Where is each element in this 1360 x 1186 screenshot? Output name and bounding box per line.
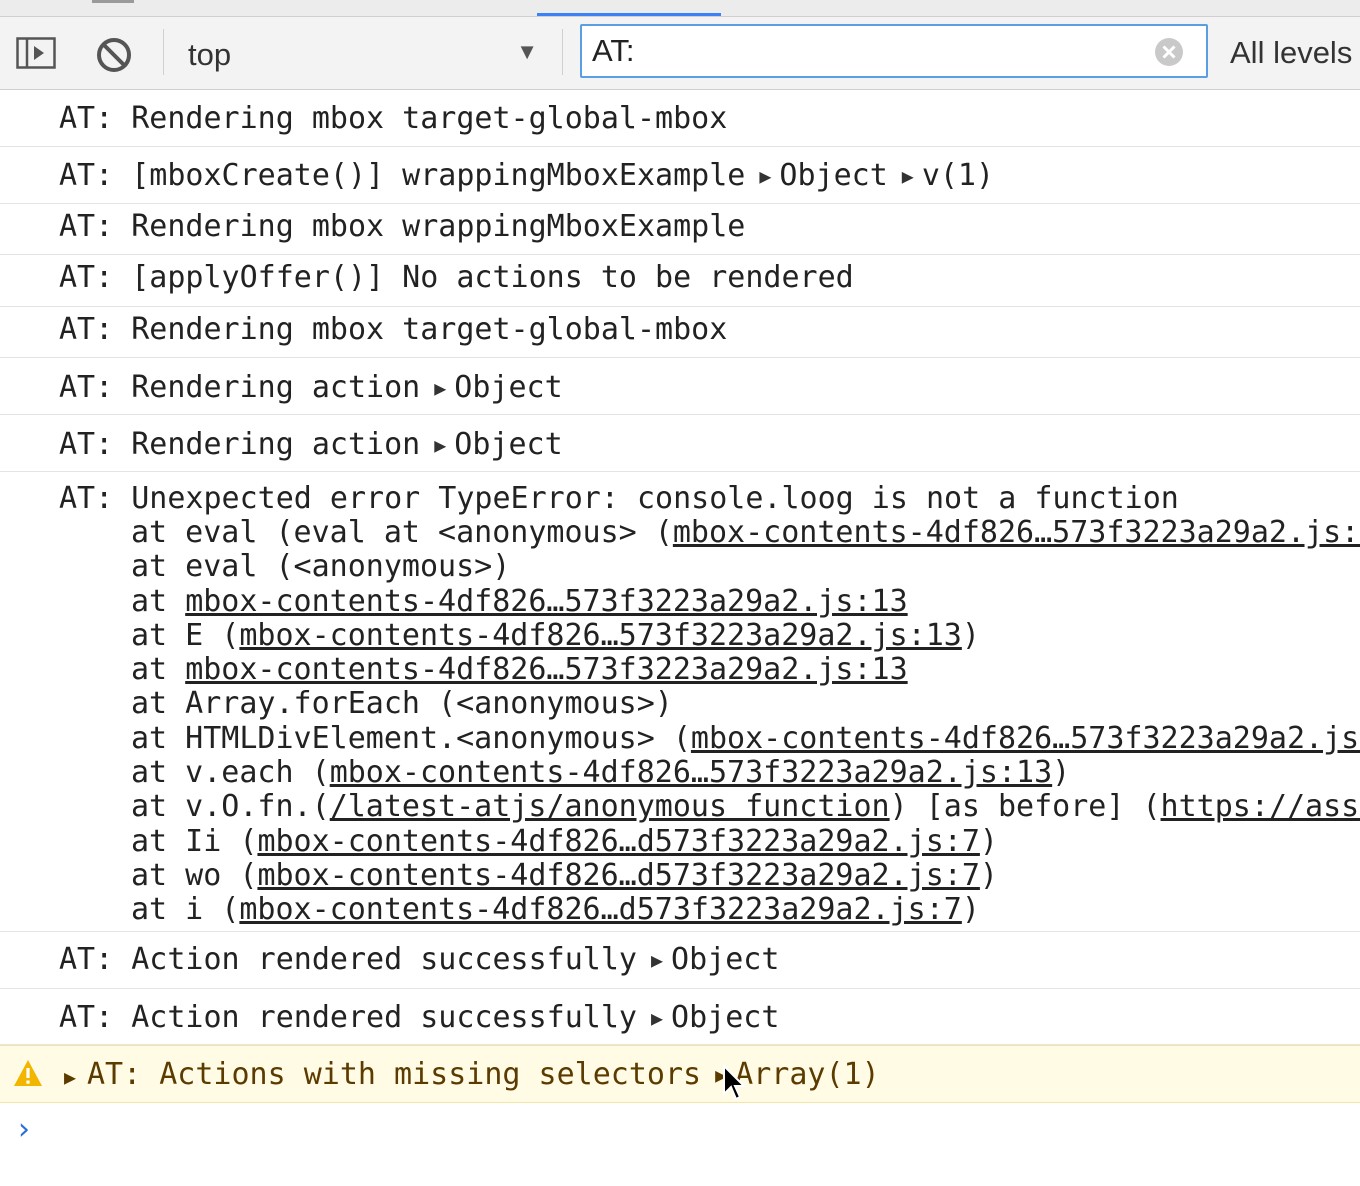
log-text: AT: [applyOffer()] No actions to be rend… xyxy=(59,260,854,295)
stack-frame-text: at v.O.fn.( xyxy=(131,789,330,825)
stack-line: at eval (<anonymous>) xyxy=(59,550,1360,584)
expand-triangle-icon[interactable]: ▶ xyxy=(64,1060,76,1094)
stack-line: at eval (eval at <anonymous> (mbox-conte… xyxy=(59,515,1360,550)
expand-triangle-icon[interactable]: ▶ xyxy=(651,943,663,977)
stack-frame-text: at i ( xyxy=(131,892,240,928)
expand-triangle-icon[interactable]: ▶ xyxy=(902,159,914,193)
source-link[interactable]: mbox-contents-4df826…573f3223a29a2.js:13 xyxy=(239,618,961,653)
stack-line: at mbox-contents-4df826…573f3223a29a2.js… xyxy=(59,653,1360,687)
stack-line: at HTMLDivElement.<anonymous> (mbox-cont… xyxy=(59,720,1360,756)
expand-triangle-icon[interactable]: ▶ xyxy=(715,1058,727,1092)
log-message: AT: Action rendered successfully ▶ Object xyxy=(0,932,1360,989)
object-preview[interactable]: Array(1) xyxy=(735,1057,880,1092)
stack-line: at v.O.fn.(/latest-atjs/anonymous functi… xyxy=(59,790,1360,824)
log-message: AT: Rendering action ▶ Object xyxy=(0,415,1360,472)
source-link[interactable]: mbox-contents-4df826…573f3223a29a2.js:13 xyxy=(185,652,907,687)
stack-frame-text: ) [as before] ( xyxy=(889,789,1161,825)
stack-line: at E (mbox-contents-4df826…573f3223a29a2… xyxy=(59,617,1360,653)
source-link[interactable]: mbox-contents-4df826…d573f3223a29a2.js:7 xyxy=(239,892,961,927)
stack-line: at mbox-contents-4df826…573f3223a29a2.js… xyxy=(59,583,1360,619)
stack-frame-text: ) xyxy=(1052,755,1071,791)
log-message: AT: [mboxCreate()] wrappingMboxExample ▶ O… xyxy=(0,147,1360,204)
stack-frame-text: ) xyxy=(979,823,998,859)
clear-filter-icon[interactable] xyxy=(1154,37,1184,67)
log-message: AT: Rendering mbox target-global-mbox xyxy=(0,307,1360,358)
log-text: AT: [mboxCreate()] wrappingMboxExample xyxy=(59,158,746,193)
stack-frame-text: at Ii ( xyxy=(131,823,258,859)
console-toolbar: top ▼ All levels xyxy=(0,17,1360,90)
log-text: AT: Action rendered successfully xyxy=(59,1000,637,1035)
devtools-tab-strip xyxy=(0,0,1360,17)
object-preview[interactable]: Object xyxy=(671,942,779,977)
log-text: AT: Rendering mbox wrappingMboxExample xyxy=(59,209,746,244)
warning-text: AT: Actions with missing selectors xyxy=(87,1057,702,1092)
object-preview[interactable]: Object xyxy=(454,427,562,462)
sidebar-toggle-icon[interactable] xyxy=(16,37,56,69)
context-selector[interactable]: top ▼ xyxy=(176,31,546,75)
log-text: AT: Rendering action xyxy=(59,370,421,405)
error-message: AT: Unexpected error TypeError: console.… xyxy=(0,472,1360,932)
toolbar-divider xyxy=(163,29,164,75)
log-message: AT: [applyOffer()] No actions to be rend… xyxy=(0,255,1360,307)
dropdown-arrow-icon: ▼ xyxy=(516,39,538,64)
object-preview[interactable]: Object xyxy=(454,370,562,405)
expand-triangle-icon[interactable]: ▶ xyxy=(759,159,771,193)
clear-console-icon[interactable] xyxy=(94,35,134,75)
stack-line: at Ii (mbox-contents-4df826…d573f3223a29… xyxy=(59,823,1360,859)
source-link[interactable]: mbox-contents-4df826…573f3223a29a2.js:13 xyxy=(330,755,1052,790)
object-preview[interactable]: v(1) xyxy=(922,158,994,193)
object-preview[interactable]: Object xyxy=(779,158,887,193)
source-link[interactable]: mbox-contents-4df826…d573f3223a29a2.js:7 xyxy=(257,824,979,859)
stack-frame-text: at eval (<anonymous>) xyxy=(131,549,511,585)
log-message: AT: Rendering mbox wrappingMboxExample xyxy=(0,204,1360,255)
error-text: AT: Unexpected error TypeError: console.… xyxy=(59,481,1179,516)
stack-frame-text: at HTMLDivElement.<anonymous> ( xyxy=(131,720,691,756)
stack-frame-text: ) xyxy=(961,892,980,928)
expand-triangle-icon[interactable]: ▶ xyxy=(651,1001,663,1035)
console-tab-indicator[interactable] xyxy=(537,13,721,16)
context-label: top xyxy=(188,37,232,72)
stack-line: at Array.forEach (<anonymous>) xyxy=(59,687,1360,721)
warning-icon xyxy=(13,1059,43,1087)
log-text: AT: Action rendered successfully xyxy=(59,942,637,977)
source-link[interactable]: mbox-contents-4df826…d573f3223a29a2.js:7 xyxy=(257,858,979,893)
stack-frame-text: ) xyxy=(961,617,980,653)
toolbar-divider xyxy=(562,29,563,75)
expand-triangle-icon[interactable]: ▶ xyxy=(434,428,446,462)
source-link[interactable]: mbox-contents-4df826…573f3223a29a2.js:13 xyxy=(185,584,907,619)
log-text: AT: Rendering mbox target-global-mbox xyxy=(59,312,728,347)
expand-triangle-icon[interactable]: ▶ xyxy=(434,371,446,405)
filter-box xyxy=(580,24,1208,78)
stack-frame-text: at eval (eval at <anonymous> ( xyxy=(131,515,673,550)
stack-frame-text: at E ( xyxy=(131,617,240,653)
warning-message: ▶ AT: Actions with missing selectors ▶ Arr… xyxy=(0,1045,1360,1103)
stack-frame-text: at wo ( xyxy=(131,857,258,893)
log-text: AT: Rendering action xyxy=(59,427,421,462)
log-levels-dropdown[interactable]: All levels xyxy=(1230,35,1352,71)
log-text: AT: Rendering mbox target-global-mbox xyxy=(59,101,728,136)
log-message: AT: Rendering action ▶ Object xyxy=(0,358,1360,415)
stack-frame-text: at v.each ( xyxy=(131,755,330,791)
console-input[interactable] xyxy=(52,1108,1342,1148)
source-link[interactable]: mbox-contents-4df826…573f3223a29a2.js:1 xyxy=(673,515,1360,550)
stack-line: at wo (mbox-contents-4df826…d573f3223a29… xyxy=(59,857,1360,893)
source-link[interactable]: /latest-atjs/anonymous function xyxy=(330,789,890,824)
source-link[interactable]: mbox-contents-4df826…573f3223a29a2.js: xyxy=(691,721,1360,756)
console-log: AT: Rendering mbox target-global-mbox AT… xyxy=(0,91,1360,1103)
stack-line: at i (mbox-contents-4df826…d573f3223a29a… xyxy=(59,893,1360,927)
console-prompt: › xyxy=(0,1100,1360,1186)
filter-input[interactable] xyxy=(592,32,1152,70)
stack-frame-text: at xyxy=(131,652,186,688)
source-link[interactable]: https://asse xyxy=(1161,789,1360,824)
log-message: AT: Action rendered successfully ▶ Object xyxy=(0,989,1360,1045)
log-message: AT: Rendering mbox target-global-mbox xyxy=(0,91,1360,147)
stack-trace: at eval (eval at <anonymous> (mbox-conte… xyxy=(59,515,1360,928)
stack-frame-text: at Array.forEach (<anonymous>) xyxy=(131,686,673,722)
stack-line: at v.each (mbox-contents-4df826…573f3223… xyxy=(59,755,1360,791)
tab-stub xyxy=(92,0,134,3)
stack-frame-text: at xyxy=(131,583,186,619)
stack-frame-text: ) xyxy=(979,857,998,893)
object-preview[interactable]: Object xyxy=(671,1000,779,1035)
prompt-chevron-icon: › xyxy=(18,1112,30,1147)
